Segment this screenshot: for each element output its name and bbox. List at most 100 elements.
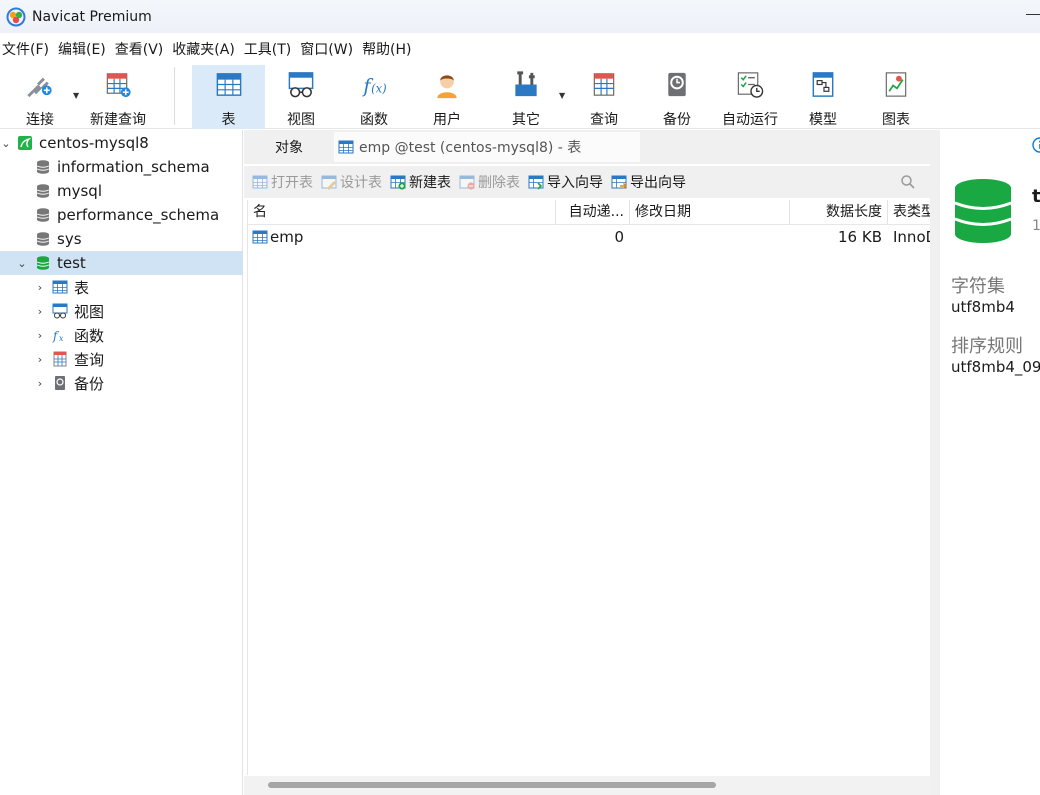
column-header-modified-date[interactable]: 修改日期 [630, 200, 790, 225]
tree-label: 函数 [74, 326, 105, 345]
database-icon [36, 232, 50, 246]
model-button[interactable]: 模型 [789, 65, 857, 129]
table-row[interactable]: emp 0 16 KB InnoDB [248, 226, 931, 248]
function-button[interactable]: f (x) 函数 [340, 65, 408, 129]
new-query-button[interactable]: 新建查询 [84, 65, 152, 129]
navigation-pane: ⌄ centos-mysql8 information_schema mysql [0, 130, 243, 795]
automation-icon [737, 72, 764, 98]
cell-engine: InnoDB [893, 228, 931, 246]
database-icon [36, 160, 50, 174]
panel-divider[interactable] [930, 130, 940, 795]
view-icon [288, 72, 314, 98]
search-icon[interactable] [900, 174, 916, 190]
column-header-name[interactable]: 名 [248, 200, 556, 225]
tree-label: 查询 [74, 350, 105, 369]
column-header-engine[interactable]: 表类型 [888, 200, 931, 225]
tab-objects-label: 对象 [275, 140, 303, 156]
tree-label: mysql [57, 182, 102, 200]
query-button[interactable]: 查询 [570, 65, 638, 129]
chevron-down-icon[interactable]: ⌄ [0, 137, 12, 150]
tree-item-tables[interactable]: › 表 [0, 275, 243, 299]
import-icon [528, 175, 544, 190]
menu-file[interactable]: 文件(F) [0, 39, 54, 59]
tab-emp-table-label: emp @test (centos-mysql8) - 表 [359, 140, 582, 156]
table-icon [338, 140, 354, 154]
tree-label: sys [57, 230, 82, 248]
scrollbar-thumb[interactable] [268, 782, 716, 788]
chevron-right-icon[interactable]: › [34, 281, 46, 294]
backup-icon [55, 376, 65, 390]
new-table-label: 新建表 [409, 175, 451, 191]
tree-label: information_schema [57, 158, 210, 176]
model-icon [812, 72, 834, 97]
database-icon [36, 208, 50, 222]
chevron-right-icon[interactable]: › [34, 329, 46, 342]
tree-item-queries[interactable]: › 查询 [0, 347, 243, 371]
import-wizard-button[interactable]: 导入向导 [528, 172, 603, 192]
tree-item-backups[interactable]: › 备份 [0, 371, 243, 395]
tree-db-mysql[interactable]: mysql [0, 179, 243, 203]
info-icon[interactable] [1032, 137, 1040, 153]
export-icon [611, 175, 627, 190]
other-dropdown-icon[interactable]: ▼ [559, 91, 565, 100]
table-icon [216, 73, 241, 96]
export-wizard-button[interactable]: 导出向导 [611, 172, 686, 192]
chart-button[interactable]: 图表 [862, 65, 930, 129]
plug-icon [27, 77, 52, 98]
tools-icon [515, 71, 537, 97]
object-toolbar: 打开表 设计表 新建表 删除表 导入向导 导出向导 [244, 166, 930, 198]
tab-objects[interactable]: 对象 [244, 130, 334, 164]
tab-emp-table[interactable]: emp @test (centos-mysql8) - 表 [334, 132, 640, 162]
db-name: test [1032, 186, 1040, 207]
tree-db-test[interactable]: ⌄ test [0, 251, 243, 275]
query-icon [593, 73, 615, 96]
new-table-button[interactable]: 新建表 [390, 172, 451, 192]
database-large-icon [954, 179, 1012, 243]
horizontal-scrollbar[interactable] [244, 776, 930, 795]
design-table-button[interactable]: 设计表 [321, 172, 382, 192]
delete-table-icon [459, 175, 475, 190]
chevron-right-icon[interactable]: › [34, 353, 46, 366]
database-icon [36, 184, 50, 198]
table-button[interactable]: 表 [192, 65, 265, 129]
chart-label: 图表 [882, 112, 910, 128]
menu-tools[interactable]: 工具(T) [240, 39, 296, 59]
database-open-icon [36, 256, 50, 270]
title-bar: Navicat Premium [0, 0, 1040, 33]
tree-db-performance-schema[interactable]: performance_schema [0, 203, 243, 227]
user-button[interactable]: 用户 [413, 65, 481, 129]
design-table-icon [321, 175, 337, 190]
menu-favorites[interactable]: 收藏夹(A) [168, 39, 240, 59]
chevron-right-icon[interactable]: › [34, 305, 46, 318]
chevron-down-icon[interactable]: ⌄ [16, 257, 28, 270]
charset-label: 字符集 [951, 276, 1005, 297]
tree-item-views[interactable]: › 视图 [0, 299, 243, 323]
tree-connection-centos-mysql8[interactable]: ⌄ centos-mysql8 [0, 131, 243, 155]
minimize-button[interactable] [1026, 14, 1040, 15]
tree-label: performance_schema [57, 206, 220, 224]
tree-db-sys[interactable]: sys [0, 227, 243, 251]
backup-button[interactable]: 备份 [643, 65, 711, 129]
chevron-right-icon[interactable]: › [34, 377, 46, 390]
other-button[interactable]: 其它 [492, 65, 560, 129]
connect-dropdown-icon[interactable]: ▼ [73, 91, 79, 100]
menu-window[interactable]: 窗口(W) [296, 39, 358, 59]
table-icon [252, 230, 268, 244]
open-table-button[interactable]: 打开表 [252, 172, 313, 192]
object-list: 名 自动递... 修改日期 数据长度 表类型 emp 0 16 KB InnoD… [247, 200, 931, 775]
open-table-label: 打开表 [271, 175, 313, 191]
connect-button[interactable]: 连接 [10, 65, 70, 129]
menu-help[interactable]: 帮助(H) [358, 39, 416, 59]
menu-edit[interactable]: 编辑(E) [54, 39, 111, 59]
automation-button[interactable]: 自动运行 [716, 65, 784, 129]
tree-db-information-schema[interactable]: information_schema [0, 155, 243, 179]
view-button[interactable]: 视图 [267, 65, 335, 129]
user-icon [437, 74, 457, 99]
charset-value: utf8mb4 [951, 298, 1015, 316]
tree-item-functions[interactable]: › f x 函数 [0, 323, 243, 347]
menu-view[interactable]: 查看(V) [111, 39, 169, 59]
delete-table-button[interactable]: 删除表 [459, 172, 520, 192]
open-table-icon [252, 175, 268, 189]
column-header-data-length[interactable]: 数据长度 [790, 200, 888, 225]
column-header-auto-increment[interactable]: 自动递... [556, 200, 630, 225]
